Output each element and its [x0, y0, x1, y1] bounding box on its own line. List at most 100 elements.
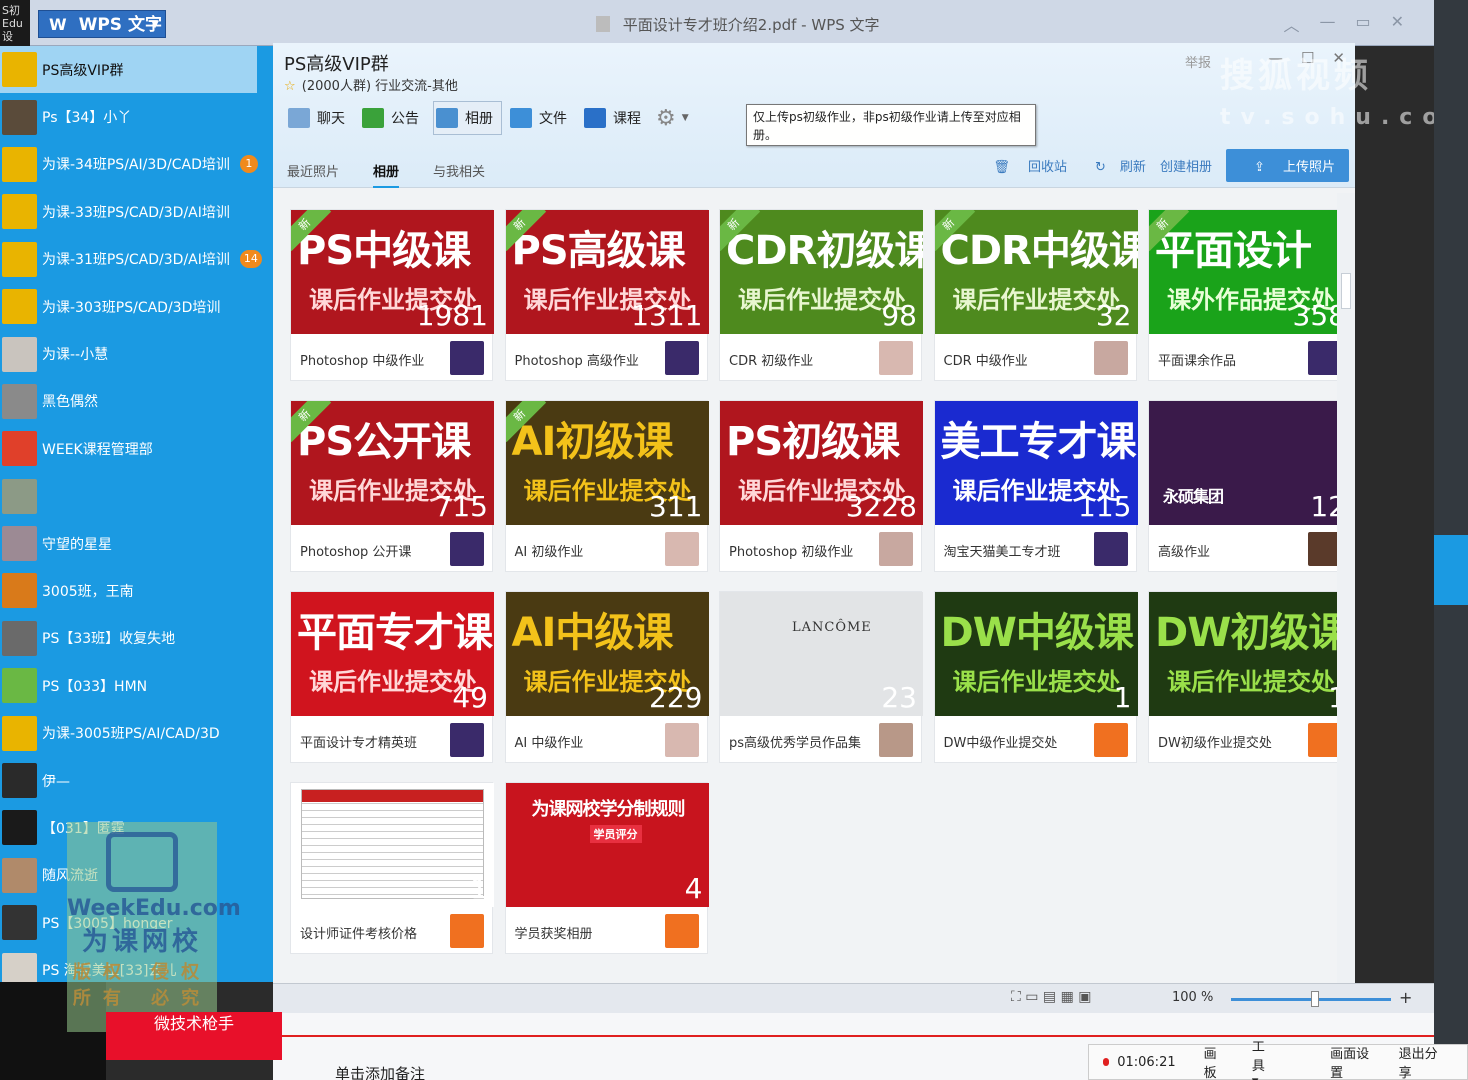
doc-title-text: 平面设计专才班介绍2.pdf - WPS 文字 [622, 16, 880, 34]
notes-placeholder[interactable]: 单击添加备注 [335, 1063, 425, 1080]
sidebar-chat-item[interactable]: 为课-31班PS/CAD/3D/AI培训 14 [0, 236, 273, 283]
collapse-icon[interactable]: ︿ [1283, 12, 1299, 36]
toolbar-label: 相册 [465, 111, 493, 127]
album-cover[interactable]: DW初级课课后作业提交处1 [1149, 592, 1352, 716]
sidebar-chat-item[interactable]: 3005班，王南 [0, 567, 273, 614]
group-toolbar: 聊天 公告 相册 文件 课程 [285, 101, 655, 135]
weekedu-logo-icon [106, 832, 178, 892]
album-cover[interactable]: 1 [291, 783, 494, 907]
sidebar-chat-item[interactable]: 黑色偶然 [0, 378, 273, 425]
album-cover[interactable]: PS初级课 课后作业提交处 3228 [720, 401, 923, 525]
sidebar-chat-item[interactable]: 守望的星星 [0, 520, 273, 567]
sidebar-chat-item[interactable]: 为课-33班PS/CAD/3D/AI培训 [0, 188, 273, 235]
album-tab[interactable]: 相册 [373, 161, 400, 188]
album-card[interactable]: PS中级课 课后作业提交处新 1981 Photoshop 中级作业 [290, 209, 494, 381]
refresh-button[interactable]: ↻ 刷新 [1081, 156, 1146, 175]
album-card[interactable]: DW中级课 课后作业提交处 1 DW中级作业提交处 [933, 591, 1138, 763]
album-card[interactable]: PS初级课 课后作业提交处 3228 Photoshop 初级作业 [719, 400, 923, 572]
sidebar-chat-item[interactable]: PS【033】HMN [0, 662, 273, 709]
sidebar-chat-item[interactable]: 为课--小慧 [0, 330, 273, 377]
wps-doc-title: 平面设计专才班介绍2.pdf - WPS 文字 [596, 14, 880, 35]
close-icon[interactable]: ✕ [1391, 12, 1404, 36]
exit-share-button[interactable]: 退出分享 [1399, 1043, 1439, 1080]
sidebar-chat-label: PS【033】HMN [42, 678, 148, 695]
album-scrollbar[interactable] [1337, 193, 1355, 983]
sidebar-chat-label: 为课--小慧 [42, 347, 109, 364]
album-cover[interactable]: 为课网校学分制规则 学员评分 4 [505, 783, 709, 907]
price-table-image [301, 789, 484, 899]
album-card[interactable]: 美工专才课 课后作业提交处 115 淘宝天猫美工专才班 [933, 400, 1138, 572]
album-card[interactable]: PS公开课 课后作业提交处新 715 Photoshop 公开课 [290, 400, 494, 572]
album-cover[interactable]: AI初级课 课后作业提交处新 311 [505, 401, 709, 525]
album-cover[interactable]: CDR初级课 课后作业提交处新 98 [720, 210, 923, 334]
sidebar-chat-item[interactable]: 伊— [0, 757, 273, 804]
zoom-slider-knob[interactable] [1311, 991, 1319, 1007]
sidebar-chat-label: 为课-34班PS/AI/3D/CAD培训 [42, 157, 230, 174]
minimize-icon[interactable]: — [1319, 12, 1335, 36]
album-tab[interactable]: 最近照片 [287, 161, 339, 188]
album-card[interactable]: CDR中级课 课后作业提交处新 32 CDR 中级作业 [933, 209, 1138, 381]
album-cover[interactable]: PS高级课 课后作业提交处新 1311 [505, 210, 709, 334]
view-mode-icon[interactable]: ⛶ ▭ ▤ ▦ ▣ [1011, 989, 1092, 1005]
album-cover[interactable]: 平面设计 课外作品提交处新 358 [1149, 210, 1352, 334]
album-card[interactable]: 永硕集团 12 高级作业 [1148, 400, 1352, 572]
sidebar-chat-item[interactable]: 为课-303班PS/CAD/3D培训 [0, 283, 273, 330]
toolbar-flag-button[interactable]: 公告 [359, 101, 428, 135]
album-card[interactable]: AI中级课 课后作业提交处 229 AI 中级作业 [504, 591, 709, 763]
avatar [2, 668, 37, 704]
sidebar-chat-label: PS【33班】收复失地 [42, 631, 176, 648]
album-cover-title: PS初级课 [726, 419, 900, 465]
album-actions: 🗑 回收站 ↻ 刷新 创建相册 ⇪ 上传照片 [965, 149, 1349, 182]
album-cover[interactable]: AI中级课 课后作业提交处 229 [505, 592, 709, 716]
group-name: PS高级VIP群 [284, 54, 389, 75]
album-card[interactable]: DW初级课课后作业提交处1DW初级作业提交处 [1148, 591, 1352, 763]
album-cover[interactable]: 美工专才课 课后作业提交处 115 [934, 401, 1138, 525]
album-tab[interactable]: 与我相关 [433, 161, 485, 188]
album-card[interactable]: PS高级课 课后作业提交处新 1311 Photoshop 高级作业 [504, 209, 709, 381]
album-cover[interactable]: PS公开课 课后作业提交处新 715 [291, 401, 494, 525]
album-cover[interactable]: DW中级课 课后作业提交处 1 [934, 592, 1138, 716]
report-link[interactable]: 举报 [1185, 52, 1211, 71]
zoom-in-icon[interactable]: + [1399, 988, 1412, 1007]
settings-button[interactable]: ⚙ ▼ [653, 101, 698, 135]
watermark-line1: WeekEdu.com [67, 896, 241, 921]
toolbar-course-button[interactable]: 课程 [581, 101, 650, 135]
toolbar-chat-button[interactable]: 聊天 [285, 101, 354, 135]
toolbar-folder-button[interactable]: 文件 [507, 101, 576, 135]
right-tab[interactable] [1434, 535, 1468, 605]
tools-button[interactable]: 工具 ▾ [1252, 1036, 1302, 1080]
album-cover[interactable]: 平面专才课 课后作业提交处 49 [291, 592, 494, 716]
sidebar-chat-item[interactable]: PS【33班】收复失地 [0, 615, 273, 662]
album-card[interactable]: 平面专才课 课后作业提交处 49 平面设计专才精英班 [290, 591, 494, 763]
wps-app-menu-button[interactable]: W WPS 文字 ▼ [38, 10, 166, 38]
sidebar-chat-item[interactable] [0, 473, 273, 520]
sidebar-chat-item[interactable]: 为课-34班PS/AI/3D/CAD培训 1 [0, 141, 273, 188]
sidebar-chat-item[interactable]: PS高级VIP群 [0, 46, 257, 94]
album-cover[interactable]: LANCÔME 23 [720, 592, 923, 716]
album-card[interactable]: LANCÔME 23 ps高级优秀学员作品集 [719, 591, 923, 763]
album-cover[interactable]: 永硕集团 12 [1149, 401, 1352, 525]
sidebar-chat-item[interactable]: Ps【34】小丫 [0, 93, 273, 140]
photo-count: 1 [1113, 681, 1132, 714]
toolbar-photo-button[interactable]: 相册 [433, 101, 502, 135]
create-album-button[interactable]: 创建相册 [1160, 156, 1212, 175]
sidebar-chat-item[interactable]: 为课-3005班PS/AI/CAD/3D [0, 709, 273, 756]
album-caption: Photoshop 中级作业 [300, 354, 425, 369]
board-button[interactable]: 画板 [1204, 1043, 1224, 1080]
sidebar-chat-item[interactable]: WEEK课程管理部 [0, 425, 273, 472]
album-caption: CDR 初级作业 [729, 354, 814, 369]
screen-settings-button[interactable]: 画面设置 [1330, 1043, 1370, 1080]
right-side-panel [1434, 0, 1468, 1080]
album-cover[interactable]: CDR中级课 课后作业提交处新 32 [934, 210, 1138, 334]
album-card[interactable]: 1 设计师证件考核价格 [290, 782, 494, 954]
scrollbar-thumb[interactable] [1341, 273, 1351, 309]
avatar [2, 952, 37, 982]
album-cover[interactable]: PS中级课 课后作业提交处新 1981 [291, 210, 494, 334]
album-card[interactable]: 为课网校学分制规则 学员评分 4 学员获奖相册 [504, 782, 709, 954]
recycle-bin-button[interactable]: 🗑 回收站 [979, 156, 1067, 175]
upload-photo-button[interactable]: ⇪ 上传照片 [1225, 149, 1349, 182]
album-card[interactable]: 平面设计 课外作品提交处新 358 平面课余作品 [1148, 209, 1352, 381]
album-card[interactable]: AI初级课 课后作业提交处新 311 AI 初级作业 [504, 400, 709, 572]
album-card[interactable]: CDR初级课 课后作业提交处新 98 CDR 初级作业 [719, 209, 923, 381]
maximize-icon[interactable]: ▭ [1355, 12, 1370, 36]
